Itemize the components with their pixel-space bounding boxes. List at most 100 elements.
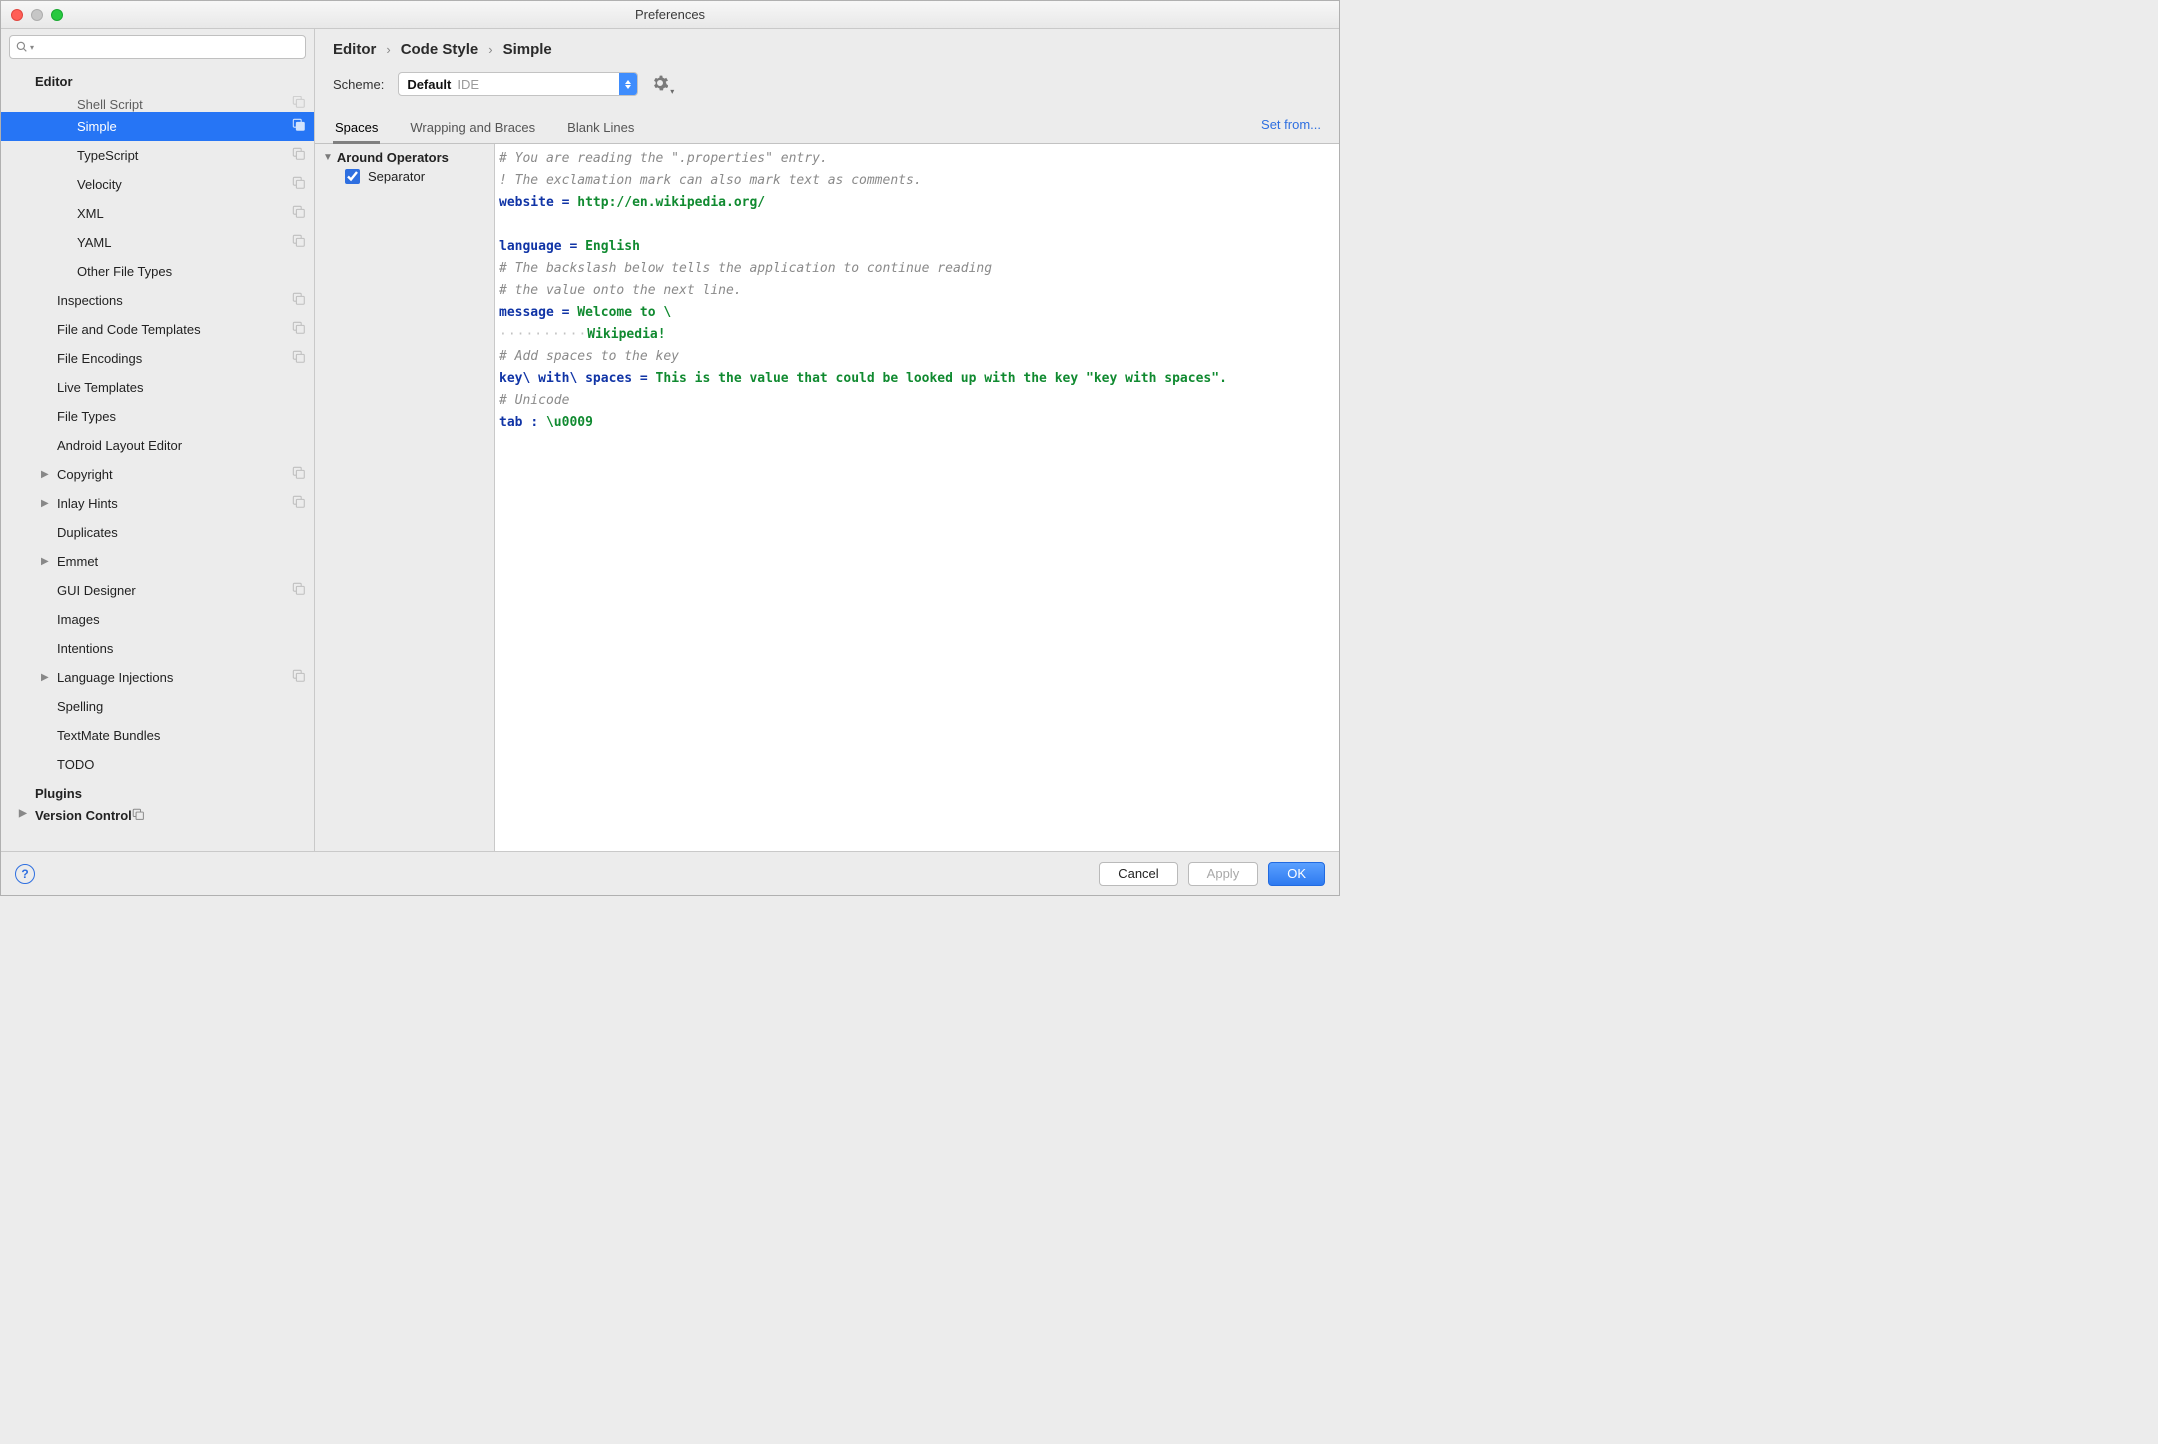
project-scope-icon [288, 292, 306, 309]
preview-eq: = [632, 371, 655, 386]
sidebar-item-label: Inspections [57, 293, 288, 308]
titlebar: Preferences [1, 1, 1339, 29]
sidebar-item-label: YAML [77, 235, 288, 250]
project-scope-icon [288, 205, 306, 222]
sidebar-item-label: Other File Types [77, 264, 306, 279]
sidebar-item-label: Live Templates [57, 380, 306, 395]
preview-val: Welcome to \ [577, 305, 671, 320]
apply-button[interactable]: Apply [1188, 862, 1259, 886]
sidebar-item-label: Images [57, 612, 306, 627]
sidebar-item[interactable]: File and Code Templates [1, 315, 314, 344]
preview-val: This is the value that could be looked u… [656, 371, 1227, 386]
option-separator-label: Separator [368, 169, 425, 184]
preview-line: ! The exclamation mark can also mark tex… [499, 173, 922, 188]
chevron-right-icon: › [488, 42, 492, 57]
panel: Editor › Code Style › Simple Scheme: Def… [315, 29, 1339, 851]
search-input[interactable]: ▾ [9, 35, 306, 59]
sidebar-item-label: TextMate Bundles [57, 728, 306, 743]
search-icon [16, 41, 28, 53]
options-group-label: Around Operators [337, 150, 449, 165]
tab[interactable]: Blank Lines [565, 112, 636, 143]
sidebar: ▾ EditorShell Script Simple TypeScript Velo… [1, 29, 315, 851]
breadcrumb-simple: Simple [503, 41, 552, 58]
sidebar-item[interactable]: Simple [1, 112, 314, 141]
tab[interactable]: Spaces [333, 112, 380, 144]
sidebar-item[interactable]: File Encodings [1, 344, 314, 373]
window-title: Preferences [1, 7, 1339, 22]
sidebar-item[interactable]: ▶Language Injections [1, 663, 314, 692]
ok-button[interactable]: OK [1268, 862, 1325, 886]
sidebar-item[interactable]: TextMate Bundles [1, 721, 314, 750]
sidebar-item[interactable]: Editor [1, 67, 314, 96]
sidebar-item[interactable]: File Types [1, 402, 314, 431]
sidebar-item[interactable]: Spelling [1, 692, 314, 721]
project-scope-icon [288, 466, 306, 483]
options-group-header[interactable]: ▼ Around Operators [323, 150, 484, 165]
breadcrumb-editor[interactable]: Editor [333, 41, 376, 58]
preview-key: website [499, 195, 554, 210]
sidebar-item[interactable]: Shell Script [1, 96, 314, 112]
sidebar-item[interactable]: TypeScript [1, 141, 314, 170]
preview-key: message [499, 305, 554, 320]
preview-line: # Unicode [499, 393, 569, 408]
chevron-right-icon: ▶ [41, 672, 57, 683]
sidebar-item-label: Version Control [35, 808, 132, 823]
sidebar-item-label: File Types [57, 409, 306, 424]
preview-key: key\ with\ spaces [499, 371, 632, 386]
sidebar-item-label: Emmet [57, 554, 306, 569]
project-scope-icon [288, 582, 306, 599]
scheme-label: Scheme: [333, 77, 384, 92]
sidebar-item[interactable]: Images [1, 605, 314, 634]
tab[interactable]: Wrapping and Braces [408, 112, 537, 143]
set-from-link[interactable]: Set from... [1261, 117, 1321, 132]
dropdown-indicator-icon: ▾ [670, 87, 674, 96]
scheme-dropdown-icon[interactable] [619, 73, 637, 95]
sidebar-item[interactable]: ▶Emmet [1, 547, 314, 576]
sidebar-item[interactable]: Live Templates [1, 373, 314, 402]
preview-eq: : [530, 415, 546, 430]
scheme-select[interactable]: Default IDE [398, 72, 638, 96]
breadcrumb-code-style[interactable]: Code Style [401, 41, 479, 58]
chevron-right-icon: ▶ [41, 556, 57, 567]
sidebar-item-label: File and Code Templates [57, 322, 288, 337]
sidebar-item-label: Duplicates [57, 525, 306, 540]
scheme-actions-button[interactable]: ▾ [652, 75, 670, 93]
sidebar-item[interactable]: Intentions [1, 634, 314, 663]
search-history-icon[interactable]: ▾ [30, 43, 34, 52]
sidebar-item-label: Language Injections [57, 670, 288, 685]
sidebar-item[interactable]: ▶Copyright [1, 460, 314, 489]
help-button[interactable]: ? [15, 864, 35, 884]
sidebar-item[interactable]: Velocity [1, 170, 314, 199]
options-panel: ▼ Around Operators Separator [315, 144, 495, 851]
sidebar-item[interactable]: GUI Designer [1, 576, 314, 605]
chevron-right-icon: › [386, 42, 390, 57]
sidebar-item-label: Velocity [77, 177, 288, 192]
content: ▾ EditorShell ScriptSimpleTypeScriptVelo… [1, 29, 1339, 851]
scheme-value: Default [407, 77, 451, 92]
chevron-right-icon: ▶ [41, 469, 57, 480]
option-separator-checkbox[interactable] [345, 169, 360, 184]
sidebar-item[interactable]: ▶Inlay Hints [1, 489, 314, 518]
sidebar-item[interactable]: XML [1, 199, 314, 228]
settings-tree[interactable]: EditorShell Script Simple TypeScript Veloci… [1, 65, 314, 851]
footer: ? Cancel Apply OK [1, 851, 1339, 895]
project-scope-icon [288, 118, 306, 135]
sidebar-item[interactable]: Other File Types [1, 257, 314, 286]
sidebar-item[interactable]: TODO [1, 750, 314, 779]
cancel-button[interactable]: Cancel [1099, 862, 1177, 886]
sidebar-item[interactable]: Plugins [1, 779, 314, 808]
sidebar-item[interactable]: Inspections [1, 286, 314, 315]
sidebar-item-label: Spelling [57, 699, 306, 714]
sidebar-item-label: GUI Designer [57, 583, 288, 598]
option-separator[interactable]: Separator [323, 169, 484, 184]
code-preview[interactable]: # You are reading the ".properties" entr… [495, 144, 1339, 851]
preview-eq: = [554, 305, 577, 320]
sidebar-item-label: TODO [57, 757, 306, 772]
sidebar-item[interactable]: Android Layout Editor [1, 431, 314, 460]
project-scope-icon [288, 321, 306, 338]
sidebar-item[interactable]: Duplicates [1, 518, 314, 547]
sidebar-item-label: Simple [77, 119, 288, 134]
project-scope-icon [288, 147, 306, 164]
sidebar-item[interactable]: ▶Version Control [1, 808, 314, 826]
sidebar-item[interactable]: YAML [1, 228, 314, 257]
